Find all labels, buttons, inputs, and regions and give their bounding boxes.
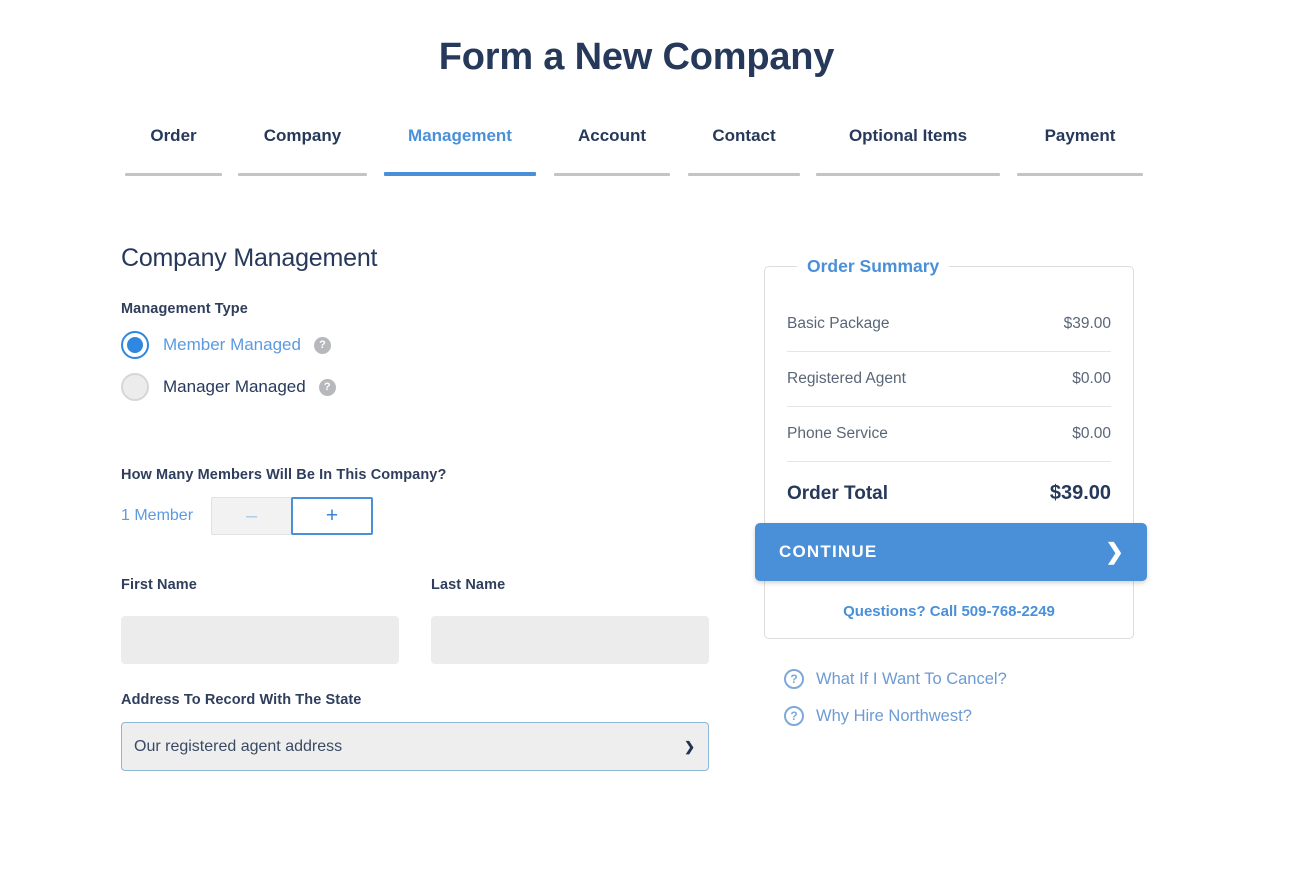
continue-button-label: CONTINUE: [779, 542, 877, 562]
first-name-label: First Name: [121, 577, 399, 593]
tab-account-label: Account: [550, 126, 674, 176]
management-type-label: Management Type: [121, 301, 721, 317]
radio-member-managed-indicator[interactable]: [121, 331, 149, 359]
question-mark-icon[interactable]: ?: [314, 337, 331, 354]
radio-option-manager-managed[interactable]: Manager Managed ?: [121, 373, 721, 401]
tab-order-label: Order: [121, 126, 226, 176]
increment-button[interactable]: +: [291, 497, 373, 535]
step-tabs: Order Company Management Account Contact…: [121, 126, 1152, 176]
address-label: Address To Record With The State: [121, 692, 721, 708]
radio-option-member-managed[interactable]: Member Managed ?: [121, 331, 721, 359]
radio-manager-managed-indicator[interactable]: [121, 373, 149, 401]
member-count-block: How Many Members Will Be In This Company…: [121, 467, 721, 535]
section-title: Company Management: [121, 244, 721, 273]
management-form: Company Management Management Type Membe…: [121, 244, 721, 771]
tab-contact-label: Contact: [684, 126, 804, 176]
quantity-stepper: – +: [211, 497, 373, 535]
tab-management-label: Management: [380, 126, 540, 176]
last-name-input[interactable]: [431, 616, 709, 664]
summary-total-row: Order Total $39.00: [787, 462, 1111, 521]
address-select-wrapper: Our registered agent address ❯: [121, 722, 709, 771]
question-mark-icon: ?: [784, 669, 804, 689]
summary-row: Phone Service $0.00: [787, 407, 1111, 462]
tab-optional-items-label: Optional Items: [812, 126, 1004, 176]
tab-optional-items[interactable]: Optional Items: [812, 126, 1004, 176]
continue-button[interactable]: CONTINUE ❯: [755, 523, 1147, 581]
question-mark-icon[interactable]: ?: [319, 379, 336, 396]
tab-payment[interactable]: Payment: [1013, 126, 1147, 176]
summary-row: Basic Package $39.00: [787, 297, 1111, 352]
decrement-button[interactable]: –: [211, 497, 292, 535]
help-links: ? What If I Want To Cancel? ? Why Hire N…: [764, 669, 1134, 726]
order-summary-legend: Order Summary: [797, 256, 949, 277]
page-root: Form a New Company Order Company Managem…: [0, 0, 1301, 869]
address-select[interactable]: Our registered agent address: [121, 722, 709, 771]
members-question-label: How Many Members Will Be In This Company…: [121, 467, 721, 483]
order-total-amount: $39.00: [1050, 482, 1111, 505]
tab-order-underline: [125, 173, 222, 176]
order-summary-panel: Order Summary Basic Package $39.00 Regis…: [764, 256, 1134, 639]
summary-item-amount: $0.00: [1072, 370, 1111, 388]
summary-item-amount: $0.00: [1072, 425, 1111, 443]
page-title: Form a New Company: [0, 36, 1273, 79]
last-name-group: Last Name: [431, 577, 709, 664]
tab-management[interactable]: Management: [380, 126, 540, 176]
radio-manager-managed-label: Manager Managed: [163, 377, 306, 397]
first-name-group: First Name: [121, 577, 399, 664]
tab-payment-label: Payment: [1013, 126, 1147, 176]
member-stepper-row: 1 Member – +: [121, 497, 721, 535]
chevron-right-icon: ❯: [1105, 541, 1125, 563]
order-total-label: Order Total: [787, 483, 888, 505]
tab-company[interactable]: Company: [234, 126, 371, 176]
tab-contact[interactable]: Contact: [684, 126, 804, 176]
tab-account-underline: [554, 173, 670, 176]
help-link-why-hire[interactable]: ? Why Hire Northwest?: [784, 706, 1134, 726]
summary-item-amount: $39.00: [1064, 315, 1111, 333]
order-summary-column: Order Summary Basic Package $39.00 Regis…: [764, 256, 1134, 743]
first-name-input[interactable]: [121, 616, 399, 664]
radio-member-managed-label: Member Managed: [163, 335, 301, 355]
last-name-label: Last Name: [431, 577, 709, 593]
question-mark-icon: ?: [784, 706, 804, 726]
summary-item-label: Registered Agent: [787, 370, 906, 388]
tab-contact-underline: [688, 173, 800, 176]
summary-item-label: Phone Service: [787, 425, 888, 443]
tab-account[interactable]: Account: [550, 126, 674, 176]
name-fields-row: First Name Last Name: [121, 577, 721, 664]
tab-company-underline: [238, 173, 367, 176]
summary-item-label: Basic Package: [787, 315, 890, 333]
help-link-cancel-label: What If I Want To Cancel?: [816, 670, 1007, 689]
tab-order[interactable]: Order: [121, 126, 226, 176]
help-link-why-hire-label: Why Hire Northwest?: [816, 707, 972, 726]
tab-management-underline: [384, 172, 536, 176]
help-link-cancel[interactable]: ? What If I Want To Cancel?: [784, 669, 1134, 689]
support-phone-link[interactable]: Questions? Call 509-768-2249: [787, 603, 1111, 620]
address-group: Address To Record With The State Our reg…: [121, 692, 721, 771]
tab-company-label: Company: [234, 126, 371, 176]
tab-optional-items-underline: [816, 173, 1000, 176]
summary-row: Registered Agent $0.00: [787, 352, 1111, 407]
member-count-value: 1 Member: [121, 507, 211, 525]
tab-payment-underline: [1017, 173, 1143, 176]
